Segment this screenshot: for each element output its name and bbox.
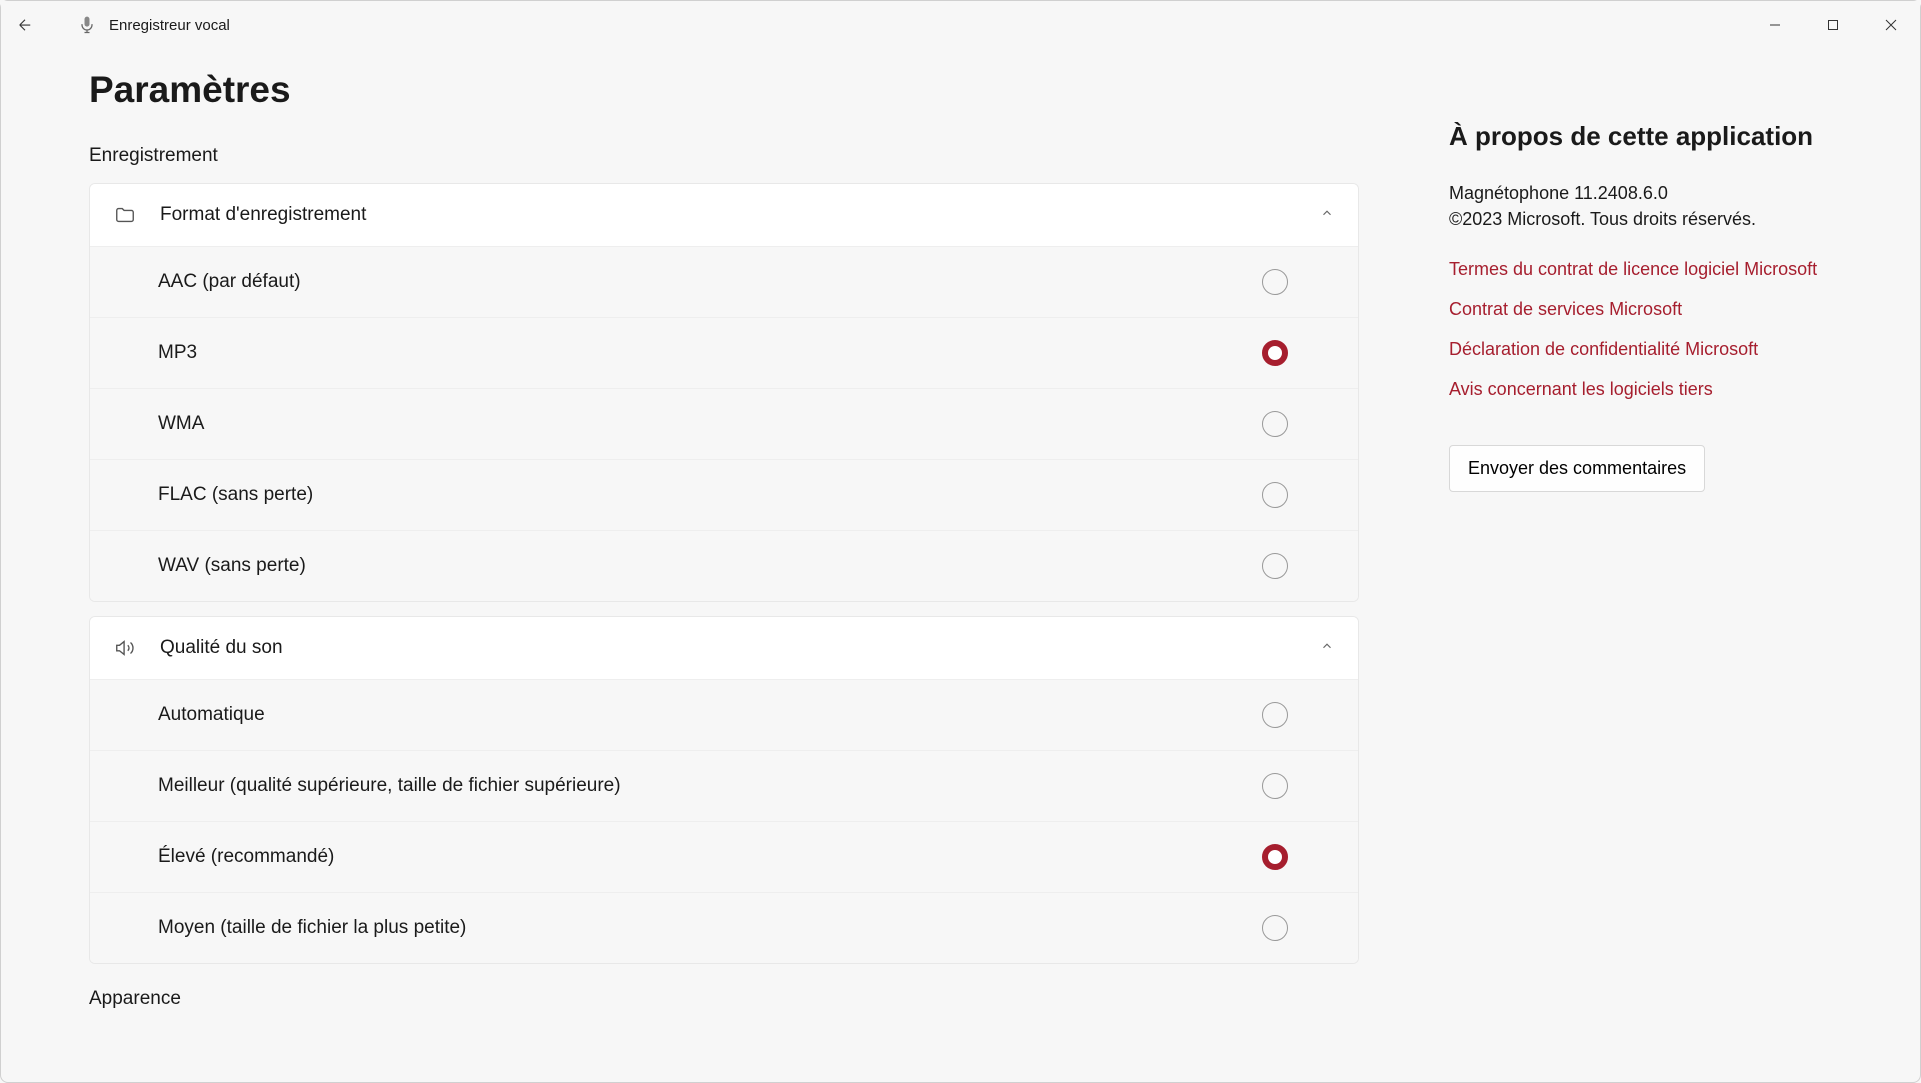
format-option-flac[interactable]: FLAC (sans perte) — [90, 459, 1358, 530]
quality-card-header[interactable]: Qualité du son — [90, 617, 1358, 679]
quality-option-high[interactable]: Élevé (recommandé) — [90, 821, 1358, 892]
radio-indicator — [1262, 915, 1288, 941]
chevron-up-icon — [1320, 639, 1334, 658]
link-license-terms[interactable]: Termes du contrat de licence logiciel Mi… — [1449, 256, 1835, 282]
format-option-wma[interactable]: WMA — [90, 388, 1358, 459]
close-button[interactable] — [1862, 1, 1920, 49]
option-label: Moyen (taille de fichier la plus petite) — [158, 917, 1262, 939]
about-version-copyright: Magnétophone 11.2408.6.0 ©2023 Microsoft… — [1449, 180, 1835, 232]
radio-indicator — [1262, 269, 1288, 295]
quality-option-medium[interactable]: Moyen (taille de fichier la plus petite) — [90, 892, 1358, 963]
minimize-icon — [1769, 19, 1781, 31]
link-third-party[interactable]: Avis concernant les logiciels tiers — [1449, 376, 1835, 402]
option-label: WAV (sans perte) — [158, 555, 1262, 577]
format-option-mp3[interactable]: MP3 — [90, 317, 1358, 388]
page-title: Paramètres — [89, 69, 1359, 111]
about-title: À propos de cette application — [1449, 121, 1835, 152]
section-label-recording: Enregistrement — [89, 145, 1359, 167]
app-icon — [77, 15, 97, 35]
maximize-button[interactable] — [1804, 1, 1862, 49]
format-card: Format d'enregistrement AAC (par défaut)… — [89, 183, 1359, 602]
copyright: ©2023 Microsoft. Tous droits réservés. — [1449, 206, 1835, 232]
format-card-title: Format d'enregistrement — [160, 204, 1320, 226]
format-option-aac[interactable]: AAC (par défaut) — [90, 246, 1358, 317]
option-label: AAC (par défaut) — [158, 271, 1262, 293]
back-button[interactable] — [1, 1, 49, 49]
radio-indicator — [1262, 844, 1288, 870]
app-version: Magnétophone 11.2408.6.0 — [1449, 180, 1835, 206]
radio-indicator — [1262, 553, 1288, 579]
speaker-icon — [114, 637, 136, 659]
arrow-left-icon — [16, 16, 34, 34]
option-label: FLAC (sans perte) — [158, 484, 1262, 506]
format-option-wav[interactable]: WAV (sans perte) — [90, 530, 1358, 601]
feedback-button[interactable]: Envoyer des commentaires — [1449, 445, 1705, 492]
close-icon — [1885, 19, 1897, 31]
option-label: WMA — [158, 413, 1262, 435]
option-label: Élevé (recommandé) — [158, 846, 1262, 868]
option-label: Automatique — [158, 704, 1262, 726]
format-card-header[interactable]: Format d'enregistrement — [90, 184, 1358, 246]
radio-indicator — [1262, 773, 1288, 799]
option-label: Meilleur (qualité supérieure, taille de … — [158, 775, 1262, 797]
quality-option-best[interactable]: Meilleur (qualité supérieure, taille de … — [90, 750, 1358, 821]
quality-card: Qualité du son Automatique Meilleur (qua… — [89, 616, 1359, 964]
folder-icon — [114, 204, 136, 226]
section-label-appearance: Apparence — [89, 988, 1359, 1010]
quality-option-auto[interactable]: Automatique — [90, 679, 1358, 750]
quality-card-title: Qualité du son — [160, 637, 1320, 659]
minimize-button[interactable] — [1746, 1, 1804, 49]
maximize-icon — [1827, 19, 1839, 31]
radio-indicator — [1262, 340, 1288, 366]
radio-indicator — [1262, 702, 1288, 728]
radio-indicator — [1262, 411, 1288, 437]
titlebar: Enregistreur vocal — [1, 1, 1920, 49]
option-label: MP3 — [158, 342, 1262, 364]
link-services-agreement[interactable]: Contrat de services Microsoft — [1449, 296, 1835, 322]
window-controls — [1746, 1, 1920, 49]
chevron-up-icon — [1320, 206, 1334, 225]
link-privacy[interactable]: Déclaration de confidentialité Microsoft — [1449, 336, 1835, 362]
app-title: Enregistreur vocal — [109, 17, 230, 34]
radio-indicator — [1262, 482, 1288, 508]
